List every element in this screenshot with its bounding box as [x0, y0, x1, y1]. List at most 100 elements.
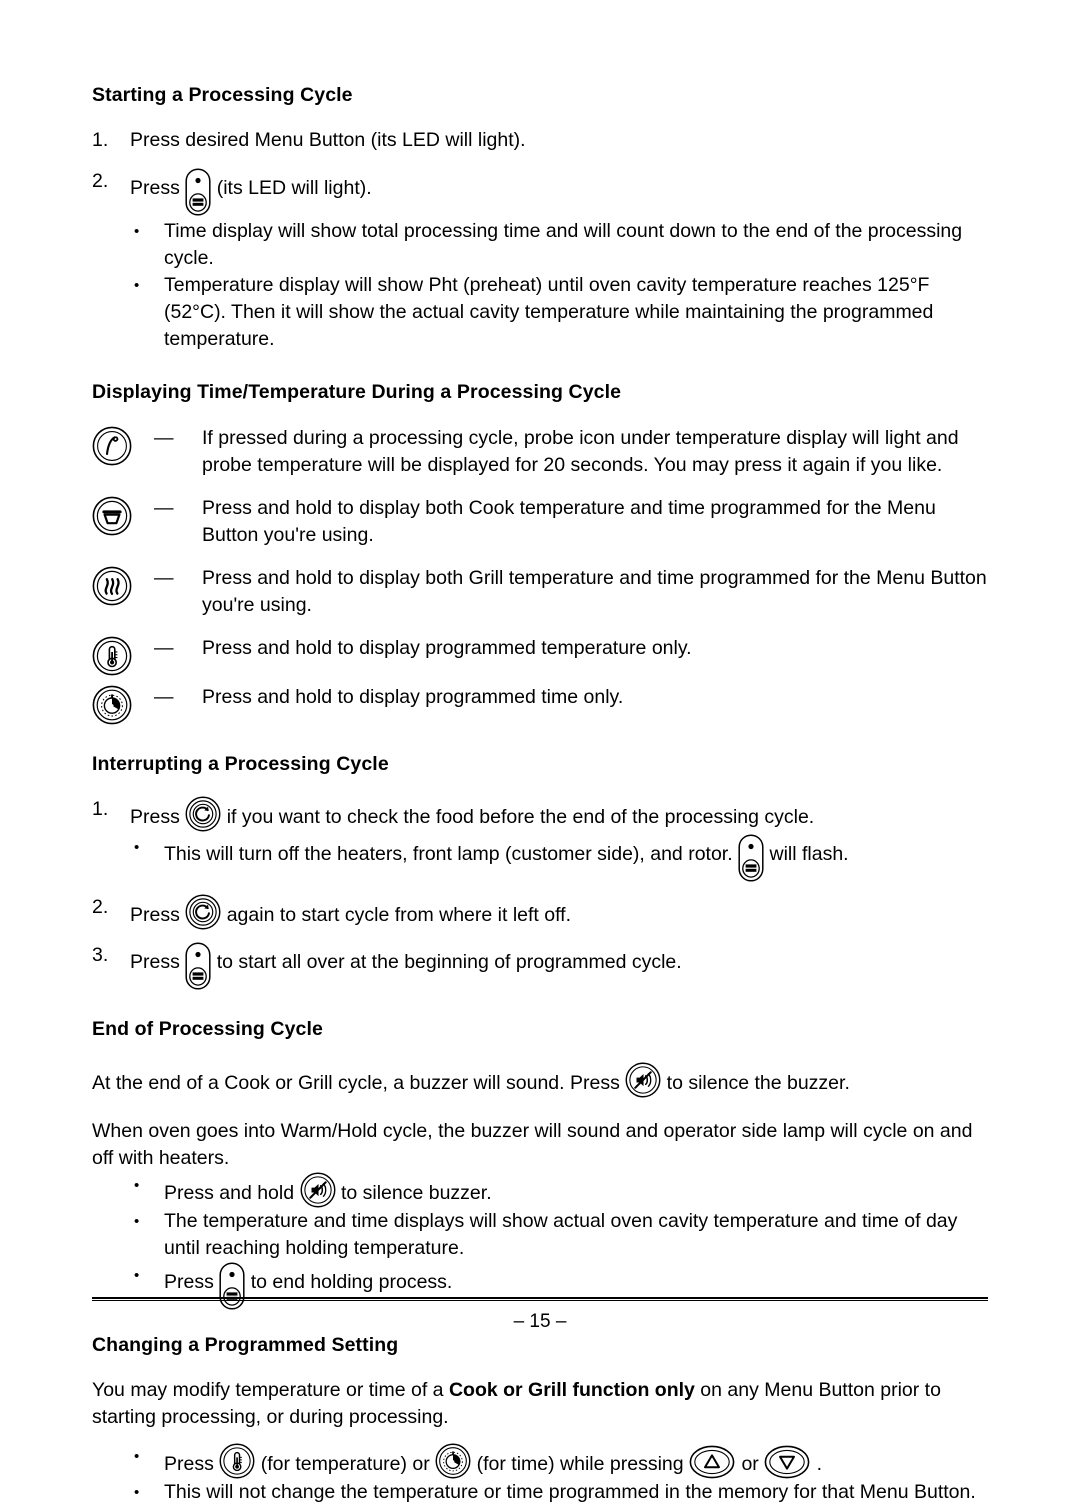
- list-item: • Press to end holding process.: [134, 1262, 992, 1310]
- dash-marker: —: [154, 636, 174, 659]
- bullet-text-before: This will turn off the heaters, front la…: [164, 843, 733, 866]
- bullet-text: Time display will show total processing …: [164, 220, 963, 270]
- buzzer-mute-icon[interactable]: [299, 1171, 336, 1208]
- bullet-text-after: to silence buzzer.: [340, 1181, 492, 1204]
- bullet-text-1: Press: [164, 1452, 214, 1475]
- time-icon[interactable]: [435, 1443, 471, 1479]
- paragraph-text-after: to silence the buzzer.: [666, 1071, 850, 1094]
- step-text-before: Press: [130, 951, 180, 974]
- step-text: Press to start all over at the beginning…: [130, 942, 992, 990]
- dash-marker: —: [154, 685, 174, 708]
- row-text: Press and hold to display both Cook temp…: [202, 496, 936, 546]
- start-stop-button-icon[interactable]: [219, 1262, 245, 1310]
- changing-paragraph: You may modify temperature or time of a …: [92, 1377, 992, 1431]
- heading-end-of-processing-cycle: End of Processing Cycle: [92, 1018, 323, 1041]
- step-text: Press desired Menu Button (its LED will …: [130, 129, 526, 152]
- start-stop-button-icon[interactable]: [185, 942, 211, 990]
- icon-cell: [92, 495, 154, 536]
- interrupting-step-2: 2. Press again to start cycle from where…: [92, 894, 992, 930]
- step-text-before: Press: [130, 177, 180, 200]
- bullet-text-5: .: [816, 1452, 823, 1475]
- bullet-text-3: (for time) while pressing: [476, 1452, 684, 1475]
- step-text-after: to start all over at the beginning of pr…: [216, 951, 682, 974]
- step-text: Press if you want to check the food befo…: [130, 796, 992, 832]
- end-bullets-list: • Press and hold to silence buzzer. • Th…: [134, 1171, 992, 1310]
- grill-icon[interactable]: [92, 566, 132, 606]
- arrow-down-icon[interactable]: [764, 1445, 811, 1479]
- bullet-text-after: will flash.: [769, 843, 849, 866]
- paragraph-part-1: You may modify temperature or time of a: [92, 1378, 449, 1401]
- dash-marker: —: [154, 496, 174, 519]
- step-text: Press (its LED will light).: [130, 168, 992, 216]
- manual-page: Starting a Processing Cycle 1. Press des…: [0, 0, 1080, 1503]
- list-item: 1. Press desired Menu Button (its LED wi…: [92, 127, 992, 154]
- interrupting-step-1: 1. Press if you want to check the food b…: [92, 796, 992, 832]
- bullet-text: This will turn off the heaters, front la…: [164, 834, 992, 882]
- end-paragraph-2: When oven goes into Warm/Hold cycle, the…: [92, 1119, 973, 1169]
- list-item: • This will not change the temperature o…: [134, 1479, 992, 1506]
- icon-cell: [92, 684, 154, 725]
- row-text: If pressed during a processing cycle, pr…: [202, 426, 959, 476]
- bullet-text: Press (for temperature) or (for time) wh…: [164, 1443, 992, 1479]
- bullet-glyph: •: [134, 223, 140, 241]
- starting-bullets-list: • Time display will show total processin…: [134, 218, 992, 353]
- bullet-text: This will not change the temperature or …: [164, 1480, 976, 1503]
- bullet-glyph: •: [134, 277, 140, 295]
- bullet-glyph: •: [134, 1266, 140, 1284]
- temperature-icon[interactable]: [219, 1443, 255, 1479]
- cook-icon[interactable]: [92, 496, 132, 536]
- buzzer-mute-icon[interactable]: [625, 1061, 661, 1098]
- start-stop-button-icon[interactable]: [738, 834, 764, 882]
- step-text-after: if you want to check the food before the…: [226, 806, 815, 829]
- step-marker: 1.: [92, 798, 109, 821]
- page-number: – 15 –: [513, 1311, 567, 1332]
- list-item: • The temperature and time displays will…: [134, 1208, 992, 1262]
- bullet-text-2: (for temperature) or: [260, 1452, 430, 1475]
- icon-cell: [92, 635, 154, 676]
- temperature-icon[interactable]: [92, 636, 132, 676]
- displaying-row-cook: — Press and hold to display both Cook te…: [92, 495, 992, 549]
- arrow-up-icon[interactable]: [689, 1445, 736, 1479]
- step-marker: 2.: [92, 896, 109, 919]
- displaying-row-temperature: — Press and hold to display programmed t…: [92, 635, 992, 676]
- heading-changing-a-programmed-setting: Changing a Programmed Setting: [92, 1333, 399, 1356]
- paragraph-text-before: At the end of a Cook or Grill cycle, a b…: [92, 1071, 620, 1094]
- displaying-row-grill: — Press and hold to display both Grill t…: [92, 565, 992, 619]
- footer-divider: [92, 1297, 988, 1301]
- interrupting-step-3: 3. Press to start all over at the beginn…: [92, 942, 992, 990]
- check-food-icon[interactable]: [185, 796, 222, 832]
- row-text: Press and hold to display programmed tem…: [202, 636, 692, 659]
- bullet-text: Temperature display will show Pht (prehe…: [164, 274, 934, 351]
- paragraph-bold-phrase: Cook or Grill function only: [448, 1378, 695, 1401]
- bullet-text-before: Press: [164, 1270, 214, 1293]
- check-food-icon[interactable]: [185, 894, 222, 930]
- time-icon[interactable]: [92, 685, 132, 725]
- list-item: • Press and hold to silence buzzer.: [134, 1171, 992, 1208]
- displaying-row-time: — Press and hold to display programmed t…: [92, 684, 992, 725]
- step-text: Press again to start cycle from where it…: [130, 894, 992, 930]
- page-content: Starting a Processing Cycle 1. Press des…: [92, 84, 992, 1506]
- bullet-glyph: •: [134, 1176, 140, 1194]
- row-text: Press and hold to display both Grill tem…: [202, 566, 987, 616]
- icon-cell: [92, 425, 154, 466]
- list-item: 2. Press (its LED will light).: [92, 168, 992, 216]
- step-text-before: Press: [130, 904, 180, 927]
- start-stop-button-icon[interactable]: [185, 168, 211, 216]
- bullet-text: The temperature and time displays will s…: [164, 1209, 958, 1259]
- list-item: • Temperature display will show Pht (pre…: [134, 272, 992, 353]
- heading-interrupting-a-processing-cycle: Interrupting a Processing Cycle: [92, 752, 389, 775]
- step-text-after: again to start cycle from where it left …: [226, 904, 571, 927]
- step-marker: 2.: [92, 170, 109, 193]
- dash-marker: —: [154, 426, 174, 449]
- bullet-text: Press to end holding process.: [164, 1262, 992, 1310]
- step-text-after: (its LED will light).: [216, 177, 372, 200]
- heading-starting-a-processing-cycle: Starting a Processing Cycle: [92, 84, 353, 106]
- bullet-text-before: Press and hold: [164, 1181, 295, 1204]
- heading-displaying-time-temperature: Displaying Time/Temperature During a Pro…: [92, 381, 622, 404]
- bullet-glyph: •: [134, 1483, 140, 1501]
- bullet-text-4: or: [741, 1452, 759, 1475]
- bullet-glyph: •: [134, 839, 140, 857]
- end-paragraph-1: At the end of a Cook or Grill cycle, a b…: [92, 1061, 992, 1098]
- probe-icon[interactable]: [92, 426, 132, 466]
- list-item: • Time display will show total processin…: [134, 218, 992, 272]
